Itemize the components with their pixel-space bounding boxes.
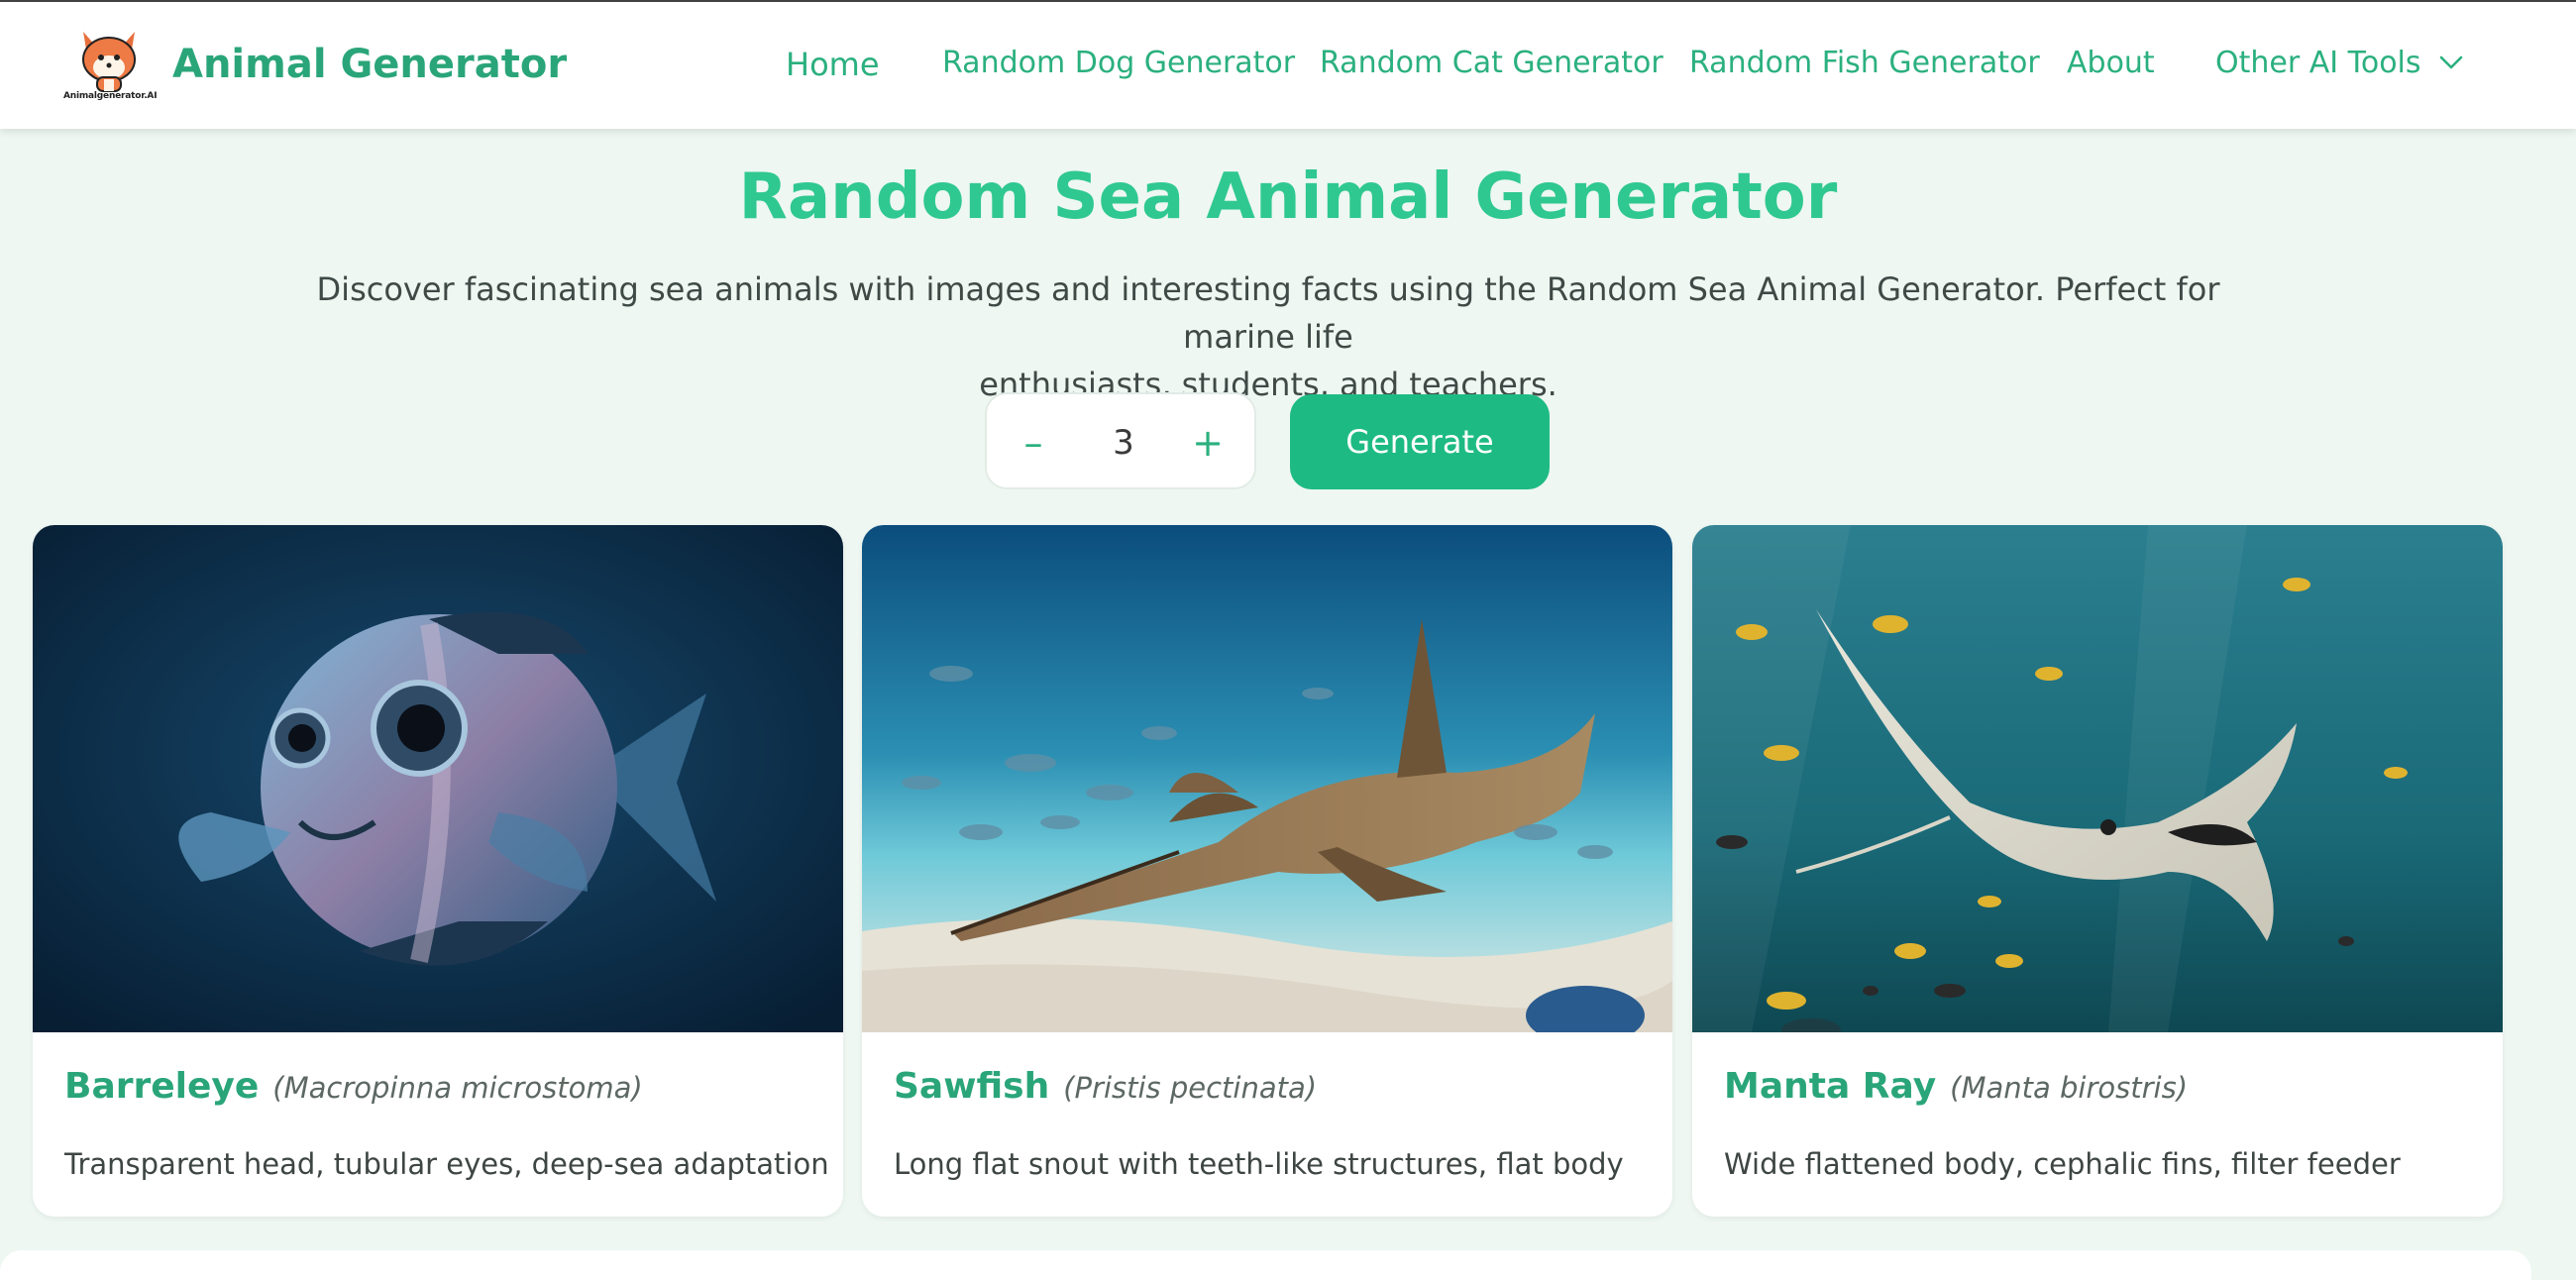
nav-random-cat-generator[interactable]: Random Cat Generator xyxy=(1320,46,1664,80)
decrement-button[interactable]: – xyxy=(1007,416,1060,470)
animal-common-name: Manta Ray xyxy=(1724,1066,1937,1107)
animal-name: Sawfish (Pristis pectinata) xyxy=(894,1066,1317,1107)
increment-button[interactable]: + xyxy=(1181,416,1234,470)
nav-other-ai-tools-label: Other AI Tools xyxy=(2215,46,2421,80)
nav-other-ai-tools[interactable]: Other AI Tools xyxy=(2215,46,2464,80)
main-nav: Home Random Dog Generator Random Cat Gen… xyxy=(0,46,2576,89)
animal-common-name: Sawfish xyxy=(894,1066,1050,1107)
page-intro: Discover fascinating sea animals with im… xyxy=(277,266,2259,408)
site-header: Animalgenerator.AI Animal Generator Home… xyxy=(0,2,2576,129)
animal-card-barreleye[interactable]: Barreleye (Macropinna microstoma) Transpa… xyxy=(33,525,843,1217)
animal-common-name: Barreleye xyxy=(64,1066,260,1107)
generate-button[interactable]: Generate xyxy=(1290,394,1550,489)
page-intro-line1: Discover fascinating sea animals with im… xyxy=(316,270,2220,356)
nav-about[interactable]: About xyxy=(2067,46,2155,80)
animal-description: Transparent head, tubular eyes, deep-sea… xyxy=(64,1147,829,1181)
logo-caption: Animalgenerator.AI xyxy=(63,91,158,101)
animal-scientific-name: (Pristis pectinata) xyxy=(1063,1071,1318,1105)
animal-description: Long flat snout with teeth-like structur… xyxy=(894,1147,1624,1181)
animal-name: Barreleye (Macropinna microstoma) xyxy=(64,1066,643,1107)
animal-card-sawfish[interactable]: Sawfish (Pristis pectinata) Long flat sno… xyxy=(862,525,1672,1217)
content-panel xyxy=(0,1250,2531,1280)
barreleye-image xyxy=(33,525,843,1032)
nav-random-dog-generator[interactable]: Random Dog Generator xyxy=(942,46,1295,80)
animal-scientific-name: (Macropinna microstoma) xyxy=(272,1071,643,1105)
manta-ray-image xyxy=(1692,525,2503,1032)
nav-home[interactable]: Home xyxy=(786,46,880,83)
animal-card-manta-ray[interactable]: Manta Ray (Manta birostris) Wide flattene… xyxy=(1692,525,2503,1217)
quantity-stepper: – 3 + xyxy=(985,392,1256,489)
chevron-down-icon xyxy=(2439,55,2463,68)
animal-description: Wide flattened body, cephalic fins, filt… xyxy=(1724,1147,2401,1181)
sawfish-image xyxy=(862,525,1672,1032)
page-title: Random Sea Animal Generator xyxy=(738,160,1838,234)
animal-scientific-name: (Manta birostris) xyxy=(1950,1071,2189,1105)
nav-random-fish-generator[interactable]: Random Fish Generator xyxy=(1689,46,2040,80)
quantity-value[interactable]: 3 xyxy=(1076,416,1171,470)
animal-name: Manta Ray (Manta birostris) xyxy=(1724,1066,2188,1107)
